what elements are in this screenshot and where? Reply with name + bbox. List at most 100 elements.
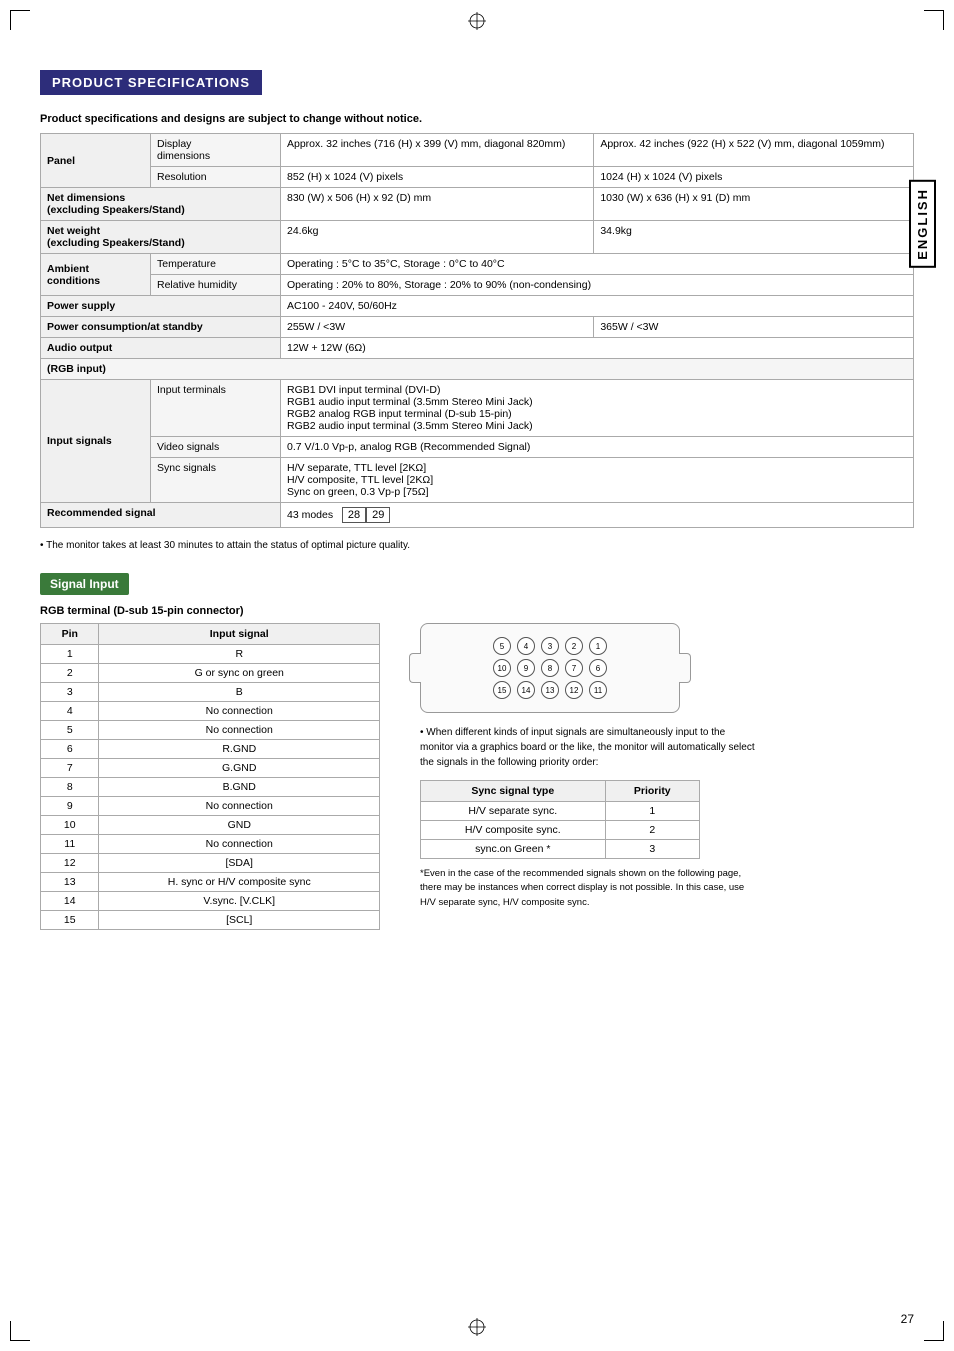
page-number: 27 xyxy=(901,1312,914,1326)
pin-table-row: 8B.GND xyxy=(41,778,380,797)
table-row: Audio output 12W + 12W (6Ω) xyxy=(41,338,914,359)
resolution-label: Resolution xyxy=(151,167,281,188)
input-terminals-value: RGB1 DVI input terminal (DVI-D) RGB1 aud… xyxy=(281,380,914,437)
connector-notch-right xyxy=(679,653,691,683)
humidity-value: Operating : 20% to 80%, Storage : 20% to… xyxy=(281,275,914,296)
table-row: Power consumption/at standby 255W / <3W … xyxy=(41,317,914,338)
pin-signal: [SDA] xyxy=(99,854,380,873)
priority-table-row: sync.on Green *3 xyxy=(421,840,700,859)
table-row: Net dimensions(excluding Speakers/Stand)… xyxy=(41,188,914,221)
pin-number: 6 xyxy=(41,740,99,759)
table-row: Sync signals H/V separate, TTL level [2K… xyxy=(41,458,914,503)
corner-mark-bl xyxy=(10,1321,30,1341)
input-signals-label: Input signals xyxy=(41,380,151,503)
table-row: Power supply AC100 - 240V, 50/60Hz xyxy=(41,296,914,317)
pin-signal: No connection xyxy=(99,835,380,854)
pin-table-row: 13H. sync or H/V composite sync xyxy=(41,873,380,892)
input-terminals-label: Input terminals xyxy=(151,380,281,437)
net-dim-col2: 1030 (W) x 636 (H) x 91 (D) mm xyxy=(594,188,914,221)
pin-table-row: 7G.GND xyxy=(41,759,380,778)
pin-13: 13 xyxy=(541,681,559,699)
pin-2: 2 xyxy=(565,637,583,655)
sync-type: H/V composite sync. xyxy=(421,821,606,840)
pin-table-row: 1R xyxy=(41,645,380,664)
recommended-signal-label: Recommended signal xyxy=(41,503,281,528)
sync-signals-label: Sync signals xyxy=(151,458,281,503)
footnote: *Even in the case of the recommended sig… xyxy=(420,867,760,910)
audio-output-value: 12W + 12W (6Ω) xyxy=(281,338,914,359)
pin-5: 5 xyxy=(493,637,511,655)
pin-table: Pin Input signal 1R2G or sync on green3B… xyxy=(40,623,380,930)
pin-signal: R.GND xyxy=(99,740,380,759)
table-row: Relative humidity Operating : 20% to 80%… xyxy=(41,275,914,296)
connector-notch-left xyxy=(409,653,421,683)
pin-col-header: Pin xyxy=(41,624,99,645)
pin-number: 1 xyxy=(41,645,99,664)
pin-number: 13 xyxy=(41,873,99,892)
power-consumption-label: Power consumption/at standby xyxy=(41,317,281,338)
priority-table-row: H/V composite sync.2 xyxy=(421,821,700,840)
net-weight-col2: 34.9kg xyxy=(594,221,914,254)
pin-number: 8 xyxy=(41,778,99,797)
priority-value: 3 xyxy=(605,840,699,859)
pin-14: 14 xyxy=(517,681,535,699)
temperature-value: Operating : 5°C to 35°C, Storage : 0°C t… xyxy=(281,254,914,275)
pin-number: 7 xyxy=(41,759,99,778)
pin-table-row: 4No connection xyxy=(41,702,380,721)
recommended-signal-value: 43 modes 28 29 xyxy=(281,503,914,528)
sync-type-header: Sync signal type xyxy=(421,781,606,802)
pin-signal: No connection xyxy=(99,797,380,816)
table-row: Input signals Input terminals RGB1 DVI i… xyxy=(41,380,914,437)
priority-header: Priority xyxy=(605,781,699,802)
pin-table-row: 3B xyxy=(41,683,380,702)
pin-6: 6 xyxy=(589,659,607,677)
pin-table-row: 6R.GND xyxy=(41,740,380,759)
note-text: • The monitor takes at least 30 minutes … xyxy=(40,540,914,551)
table-row: Ambientconditions Temperature Operating … xyxy=(41,254,914,275)
bullet-note: • When different kinds of input signals … xyxy=(420,725,760,770)
pin-4: 4 xyxy=(517,637,535,655)
pin-row-3: 15 14 13 12 11 xyxy=(493,681,607,699)
pin-9: 9 xyxy=(517,659,535,677)
video-signals-label: Video signals xyxy=(151,437,281,458)
display-dimensions-label: Displaydimensions xyxy=(151,134,281,167)
display-dim-col2: Approx. 42 inches (922 (H) x 522 (V) mm,… xyxy=(594,134,914,167)
pin-number: 9 xyxy=(41,797,99,816)
pin-15: 15 xyxy=(493,681,511,699)
pin-signal: R xyxy=(99,645,380,664)
pin-table-row: 15[SCL] xyxy=(41,911,380,930)
pin-signal: G or sync on green xyxy=(99,664,380,683)
pin-row-2: 10 9 8 7 6 xyxy=(493,659,607,677)
pin-table-row: 14V.sync. [V.CLK] xyxy=(41,892,380,911)
priority-table-row: H/V separate sync.1 xyxy=(421,802,700,821)
reg-mark-bottom xyxy=(468,1318,486,1339)
audio-output-label: Audio output xyxy=(41,338,281,359)
pin-signal: GND xyxy=(99,816,380,835)
modes-box: 28 29 xyxy=(342,507,391,523)
pin-1: 1 xyxy=(589,637,607,655)
resolution-col2: 1024 (H) x 1024 (V) pixels xyxy=(594,167,914,188)
specs-subtitle: Product specifications and designs are s… xyxy=(40,113,914,125)
display-dim-col1: Approx. 32 inches (716 (H) x 399 (V) mm,… xyxy=(281,134,594,167)
ambient-label: Ambientconditions xyxy=(41,254,151,296)
corner-mark-br xyxy=(924,1321,944,1341)
signal-layout: Pin Input signal 1R2G or sync on green3B… xyxy=(40,623,914,930)
pin-signal: B xyxy=(99,683,380,702)
net-dimensions-label: Net dimensions(excluding Speakers/Stand) xyxy=(41,188,281,221)
pin-12: 12 xyxy=(565,681,583,699)
pin-3: 3 xyxy=(541,637,559,655)
signal-input-section: Signal Input RGB terminal (D-sub 15-pin … xyxy=(40,573,914,930)
mode-29: 29 xyxy=(366,507,390,523)
power-consumption-col1: 255W / <3W xyxy=(281,317,594,338)
connector-diagram: 5 4 3 2 1 10 9 8 7 6 xyxy=(420,623,680,713)
table-row: Resolution 852 (H) x 1024 (V) pixels 102… xyxy=(41,167,914,188)
sync-signals-value: H/V separate, TTL level [2KΩ] H/V compos… xyxy=(281,458,914,503)
sync-type: sync.on Green * xyxy=(421,840,606,859)
pin-table-row: 2G or sync on green xyxy=(41,664,380,683)
net-dim-col1: 830 (W) x 506 (H) x 92 (D) mm xyxy=(281,188,594,221)
table-row: (RGB input) xyxy=(41,359,914,380)
net-weight-col1: 24.6kg xyxy=(281,221,594,254)
pin-number: 15 xyxy=(41,911,99,930)
pin-number: 12 xyxy=(41,854,99,873)
signal-col-header: Input signal xyxy=(99,624,380,645)
